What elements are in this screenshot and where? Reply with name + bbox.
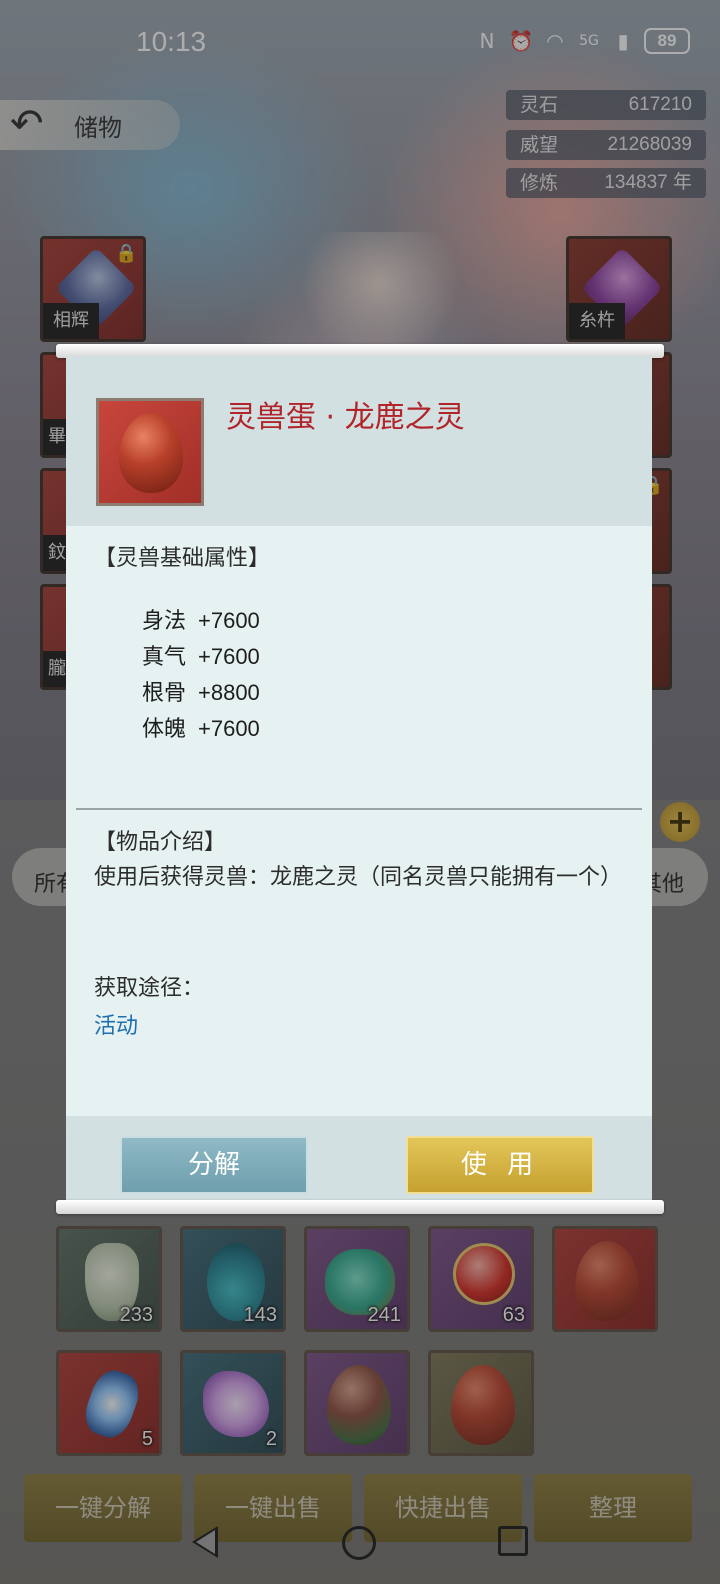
decompose-button[interactable]: 分解 [120, 1136, 308, 1194]
item-detail-modal: 灵兽蛋 · 龙鹿之灵 【灵兽基础属性】 身法 +7600 真气 +7600 根骨 +8… [66, 356, 652, 1208]
modal-footer: 分解 使 用 [66, 1116, 652, 1208]
red-egg-icon [119, 413, 183, 493]
nav-recent-apps-icon[interactable] [498, 1526, 528, 1556]
item-description: 使用后获得灵兽：龙鹿之灵（同名灵兽只能拥有一个） [94, 865, 623, 890]
section-divider [76, 808, 642, 810]
nav-back-icon[interactable] [192, 1526, 218, 1558]
use-button[interactable]: 使 用 [406, 1136, 594, 1194]
source-link[interactable]: 活动 [94, 1008, 138, 1040]
modal-header: 灵兽蛋 · 龙鹿之灵 [66, 356, 652, 526]
item-name: 灵兽蛋 · 龙鹿之灵 [226, 400, 465, 435]
attribute-value: +7600 [198, 716, 260, 741]
attribute-row: 体魄 +7600 [114, 686, 260, 768]
nav-home-icon[interactable] [342, 1526, 376, 1560]
source-label: 获取途径： [94, 976, 205, 1001]
item-icon-frame [96, 398, 204, 506]
scroll-rod-bottom [56, 1200, 664, 1214]
attributes-section-title: 【灵兽基础属性】 [94, 546, 271, 571]
attribute-name: 体魄 [141, 717, 186, 742]
intro-section-title: 【物品介绍】 [94, 830, 227, 855]
